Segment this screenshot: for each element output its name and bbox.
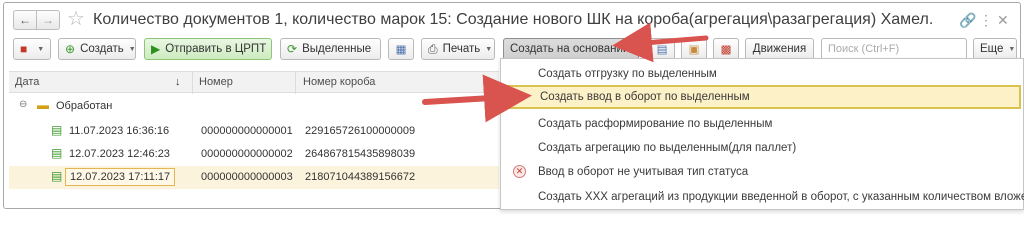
chevron-down-icon: ▼	[37, 45, 45, 53]
menu-item-create-xxx-aggregations[interactable]: Создать ХХХ агрегаций из продукции введе…	[501, 185, 1024, 209]
refresh-icon: ⟳	[287, 42, 298, 56]
forward-button[interactable]: →	[36, 10, 60, 30]
movements-button[interactable]: Движения	[745, 38, 814, 60]
briefcase-icon: ■	[20, 42, 28, 56]
chevron-down-icon: ▼	[1008, 45, 1016, 53]
report-icon: ▦	[395, 44, 407, 56]
menu-item-label: Ввод в оборот не учитывая тип статуса	[538, 166, 749, 178]
send-to-crpt-button[interactable]: ▶ Отправить в ЦРПТ	[144, 38, 272, 60]
print-button[interactable]: ⎙ Печать ▼	[421, 38, 495, 60]
row-box-number: 218071044389156672	[305, 171, 416, 183]
document-icon: ▤	[656, 44, 668, 56]
document-posted-icon: ▤	[51, 123, 63, 137]
row-date: 11.07.2023 16:36:16	[69, 125, 170, 137]
chevron-down-icon: ▼	[128, 45, 136, 53]
table-row[interactable]: ▤ 11.07.2023 16:36:16 000000000000001 22…	[9, 120, 499, 143]
delete-mark-button[interactable]: ▩	[713, 38, 739, 60]
play-icon: ▶	[151, 42, 161, 56]
create-button-label: Создать	[80, 43, 124, 55]
favorite-star-icon[interactable]: ☆	[67, 8, 85, 30]
more-button-label: Еще	[980, 43, 1004, 55]
column-header-date[interactable]: Дата	[15, 76, 39, 88]
create-based-on-button[interactable]: Создать на основании ▼	[503, 38, 642, 60]
folder-icon: ▬	[37, 98, 49, 112]
more-button[interactable]: Еще ▼	[973, 38, 1017, 60]
title-bar: ← → ☆ Количество документов 1, количеств…	[4, 3, 1020, 35]
column-separator[interactable]	[192, 72, 193, 94]
selected-button[interactable]: ⟳ Выделенные	[280, 38, 381, 60]
row-date: 12.07.2023 17:11:17	[65, 168, 176, 186]
back-button[interactable]: ←	[13, 10, 37, 30]
table-header: Дата ↓ Номер Номер короба	[9, 71, 499, 94]
row-box-number: 229165726100000009	[305, 125, 416, 137]
column-header-box-number[interactable]: Номер короба	[303, 76, 375, 88]
chevron-down-icon: ▼	[485, 45, 493, 53]
menu-item-create-circulation-input[interactable]: Создать ввод в оборот по выделенным	[501, 85, 1021, 109]
report-button[interactable]: ▦	[388, 38, 414, 60]
cancel-circle-icon: ✕	[513, 165, 526, 178]
print-button-label: Печать	[442, 43, 481, 55]
table-row-selected[interactable]: ▤ 12.07.2023 17:11:17 000000000000003 21…	[9, 166, 499, 189]
sort-arrow-icon[interactable]: ↓	[175, 76, 181, 88]
create-based-on-label: Создать на основании	[510, 43, 630, 55]
menu-dots-icon[interactable]: ⋮	[979, 12, 993, 29]
arrow-right-icon: →	[42, 13, 54, 27]
column-header-number[interactable]: Номер	[199, 76, 233, 88]
group-row[interactable]: ⊖ ▬ Обработан	[9, 95, 499, 117]
delete-mark-icon: ▩	[720, 44, 732, 56]
create-button[interactable]: ⊕ Создать ▼	[58, 38, 136, 60]
box-button[interactable]: ▣	[681, 38, 707, 60]
document-button[interactable]: ▤	[649, 38, 675, 60]
window-title: Количество документов 1, количество маро…	[93, 11, 933, 28]
send-button-label: Отправить в ЦРПТ	[165, 43, 267, 55]
close-icon[interactable]: ✕	[997, 12, 1009, 29]
menu-item-circulation-ignore-status[interactable]: ✕ Ввод в оборот не учитывая тип статуса	[501, 160, 1021, 184]
link-icon[interactable]: 🔗	[959, 12, 976, 29]
menu-item-create-disbanding[interactable]: Создать расформирование по выделенным	[501, 112, 1021, 136]
row-date: 12.07.2023 12:46:23	[69, 148, 170, 160]
arrow-left-icon: ←	[19, 13, 31, 27]
collapse-icon[interactable]: ⊖	[19, 99, 27, 110]
column-separator[interactable]	[295, 72, 296, 94]
menu-item-create-shipment[interactable]: Создать отгрузку по выделенным	[501, 62, 1021, 86]
search-input[interactable]: Поиск (Ctrl+F)	[821, 38, 967, 60]
briefcase-menu-button[interactable]: ■ ▼	[13, 38, 51, 60]
box-icon: ▣	[688, 44, 700, 56]
document-posted-icon: ▤	[51, 169, 63, 183]
row-box-number: 264867815435898039	[305, 148, 416, 160]
create-based-on-menu: Создать отгрузку по выделенным Создать в…	[500, 58, 1024, 210]
row-number: 000000000000001	[201, 125, 293, 137]
movements-button-label: Движения	[752, 43, 807, 55]
group-label: Обработан	[56, 100, 113, 112]
printer-icon: ⎙	[428, 41, 438, 56]
row-number: 000000000000003	[201, 171, 293, 183]
plus-circle-icon: ⊕	[65, 42, 76, 56]
table-row[interactable]: ▤ 12.07.2023 12:46:23 000000000000002 26…	[9, 143, 499, 166]
menu-item-create-aggregation-pallets[interactable]: Создать агрегацию по выделенным(для палл…	[501, 136, 1021, 160]
chevron-down-icon: ▼	[634, 45, 642, 53]
selected-button-label: Выделенные	[302, 43, 372, 55]
row-number: 000000000000002	[201, 148, 293, 160]
document-posted-icon: ▤	[51, 146, 63, 160]
